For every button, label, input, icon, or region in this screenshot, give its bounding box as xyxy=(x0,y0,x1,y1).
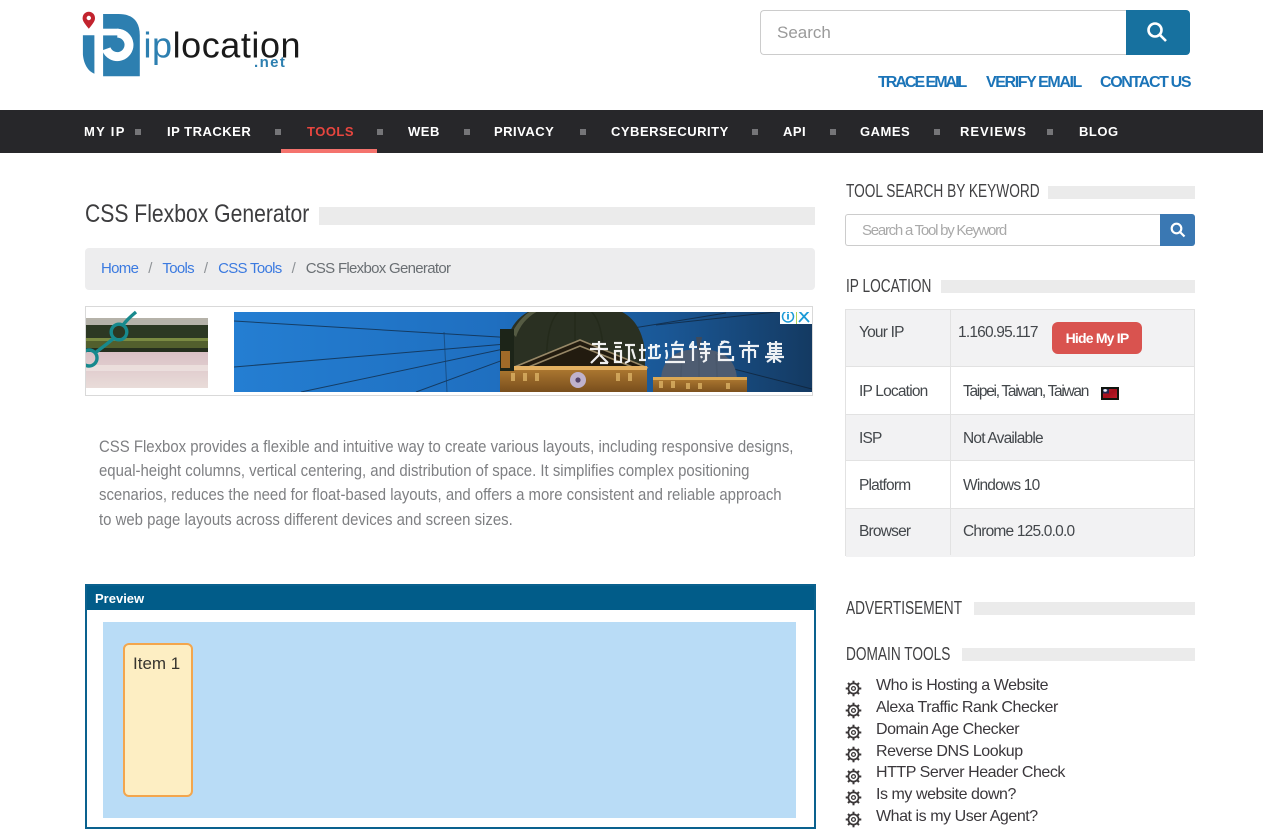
svg-text:.net: .net xyxy=(254,54,286,71)
